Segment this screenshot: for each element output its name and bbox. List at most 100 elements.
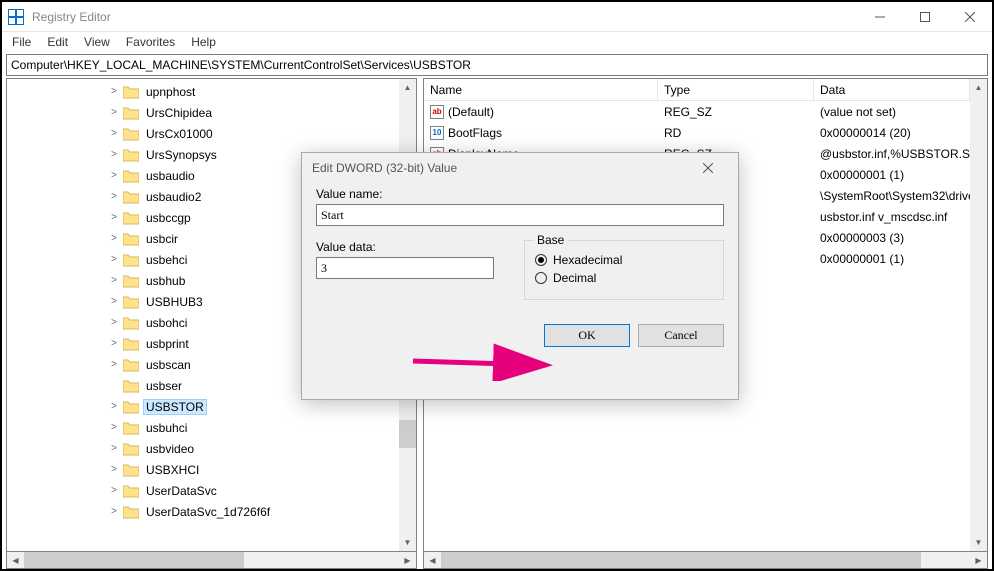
scroll-right-icon[interactable]: ▶ bbox=[399, 552, 416, 568]
tree-item[interactable]: >UrsChipidea bbox=[7, 102, 399, 123]
expand-icon[interactable]: > bbox=[107, 464, 121, 475]
value-data-label: Value data: bbox=[316, 240, 494, 254]
tree-item[interactable]: > UserDataSvc bbox=[7, 480, 399, 501]
value-data-input[interactable] bbox=[316, 257, 494, 279]
value-name: (Default) bbox=[448, 105, 494, 119]
minimize-button[interactable] bbox=[857, 2, 902, 31]
folder-icon bbox=[123, 253, 139, 267]
column-data[interactable]: Data bbox=[814, 79, 970, 100]
folder-icon bbox=[123, 85, 139, 99]
menu-favorites[interactable]: Favorites bbox=[120, 33, 181, 51]
expand-icon[interactable]: > bbox=[107, 107, 121, 118]
menu-file[interactable]: File bbox=[6, 33, 37, 51]
expand-icon[interactable]: > bbox=[107, 296, 121, 307]
value-name-input[interactable] bbox=[316, 204, 724, 226]
value-type: RD bbox=[658, 126, 814, 140]
scroll-up-icon[interactable]: ▲ bbox=[399, 79, 416, 96]
tree-item[interactable]: > USBXHCI bbox=[7, 459, 399, 480]
ok-button[interactable]: OK bbox=[544, 324, 630, 347]
expand-icon[interactable]: > bbox=[107, 422, 121, 433]
maximize-button[interactable] bbox=[902, 2, 947, 31]
expand-icon[interactable]: > bbox=[107, 401, 121, 412]
expand-icon[interactable]: > bbox=[107, 128, 121, 139]
tree-item-label: USBXHCI bbox=[143, 462, 202, 478]
tree-item[interactable]: >usbvideo bbox=[7, 438, 399, 459]
expand-icon[interactable]: > bbox=[107, 254, 121, 265]
folder-icon bbox=[123, 169, 139, 183]
value-data: 0x00000014 (20) bbox=[814, 126, 970, 140]
menu-view[interactable]: View bbox=[78, 33, 116, 51]
expand-icon[interactable]: > bbox=[107, 86, 121, 97]
tree-item-label: usbser bbox=[143, 378, 185, 394]
scroll-thumb[interactable] bbox=[399, 420, 416, 448]
tree-item[interactable]: >UserDataSvc_1d726f6f bbox=[7, 501, 399, 522]
folder-icon bbox=[123, 295, 139, 309]
tree-item-label: usbhub bbox=[143, 273, 188, 289]
values-vertical-scrollbar[interactable]: ▲ ▼ bbox=[970, 79, 987, 551]
tree-item-label: UrsCx01000 bbox=[143, 126, 216, 142]
folder-icon bbox=[123, 211, 139, 225]
tree-item-label: upnphost bbox=[143, 84, 198, 100]
tree-item-label: usbaudio bbox=[143, 168, 198, 184]
expand-icon[interactable]: > bbox=[107, 233, 121, 244]
value-data: (value not set) bbox=[814, 105, 970, 119]
radio-hexadecimal[interactable]: Hexadecimal bbox=[535, 253, 713, 267]
folder-icon bbox=[123, 232, 139, 246]
titlebar: Registry Editor bbox=[2, 2, 992, 32]
tree-item[interactable]: > UrsCx01000 bbox=[7, 123, 399, 144]
scroll-down-icon[interactable]: ▼ bbox=[399, 534, 416, 551]
expand-icon[interactable]: > bbox=[107, 443, 121, 454]
column-name[interactable]: Name bbox=[424, 79, 658, 100]
expand-icon[interactable]: > bbox=[107, 170, 121, 181]
value-row[interactable]: 10 BootFlags RD0x00000014 (20) bbox=[424, 122, 970, 143]
scroll-right-icon[interactable]: ▶ bbox=[970, 552, 987, 568]
edit-dword-dialog: Edit DWORD (32-bit) Value Value name: Va… bbox=[301, 152, 739, 400]
dword-icon: 10 bbox=[430, 126, 444, 140]
folder-icon bbox=[123, 316, 139, 330]
expand-icon[interactable]: > bbox=[107, 149, 121, 160]
folder-icon bbox=[123, 148, 139, 162]
menu-help[interactable]: Help bbox=[185, 33, 222, 51]
radio-icon bbox=[535, 254, 547, 266]
tree-item-label: usbcir bbox=[143, 231, 181, 247]
radio-dec-label: Decimal bbox=[553, 271, 596, 285]
tree-horizontal-scrollbar[interactable]: ◀ ▶ bbox=[6, 552, 417, 569]
expand-icon[interactable]: > bbox=[107, 191, 121, 202]
value-data: 0x00000001 (1) bbox=[814, 252, 970, 266]
scroll-up-icon[interactable]: ▲ bbox=[970, 79, 987, 96]
scroll-thumb[interactable] bbox=[441, 552, 921, 568]
scroll-left-icon[interactable]: ◀ bbox=[7, 552, 24, 568]
expand-icon[interactable]: > bbox=[107, 485, 121, 496]
address-bar[interactable]: Computer\HKEY_LOCAL_MACHINE\SYSTEM\Curre… bbox=[6, 54, 988, 76]
menu-edit[interactable]: Edit bbox=[41, 33, 74, 51]
column-type[interactable]: Type bbox=[658, 79, 814, 100]
folder-icon bbox=[123, 127, 139, 141]
base-fieldset: Base Hexadecimal Decimal bbox=[524, 240, 724, 300]
scroll-thumb[interactable] bbox=[24, 552, 244, 568]
expand-icon[interactable]: > bbox=[107, 212, 121, 223]
expand-icon[interactable]: > bbox=[107, 338, 121, 349]
tree-item-label: usbohci bbox=[143, 315, 190, 331]
close-button[interactable] bbox=[947, 2, 992, 31]
cancel-button[interactable]: Cancel bbox=[638, 324, 724, 347]
scroll-left-icon[interactable]: ◀ bbox=[424, 552, 441, 568]
dialog-close-button[interactable] bbox=[688, 153, 728, 183]
expand-icon[interactable]: > bbox=[107, 359, 121, 370]
expand-icon[interactable]: > bbox=[107, 317, 121, 328]
tree-item-label: usbehci bbox=[143, 252, 190, 268]
tree-item-label: UserDataSvc bbox=[143, 483, 220, 499]
radio-decimal[interactable]: Decimal bbox=[535, 271, 713, 285]
tree-item-label: USBHUB3 bbox=[143, 294, 206, 310]
string-icon: ab bbox=[430, 105, 444, 119]
value-name: BootFlags bbox=[448, 126, 502, 140]
scroll-down-icon[interactable]: ▼ bbox=[970, 534, 987, 551]
tree-item[interactable]: > upnphost bbox=[7, 81, 399, 102]
folder-icon bbox=[123, 190, 139, 204]
value-row[interactable]: ab(Default)REG_SZ(value not set) bbox=[424, 101, 970, 122]
values-horizontal-scrollbar[interactable]: ◀ ▶ bbox=[423, 552, 988, 569]
expand-icon[interactable]: > bbox=[107, 506, 121, 517]
expand-icon[interactable]: > bbox=[107, 275, 121, 286]
tree-item[interactable]: >usbuhci bbox=[7, 417, 399, 438]
address-path: Computer\HKEY_LOCAL_MACHINE\SYSTEM\Curre… bbox=[11, 58, 471, 72]
tree-item-label: USBSTOR bbox=[143, 399, 207, 415]
